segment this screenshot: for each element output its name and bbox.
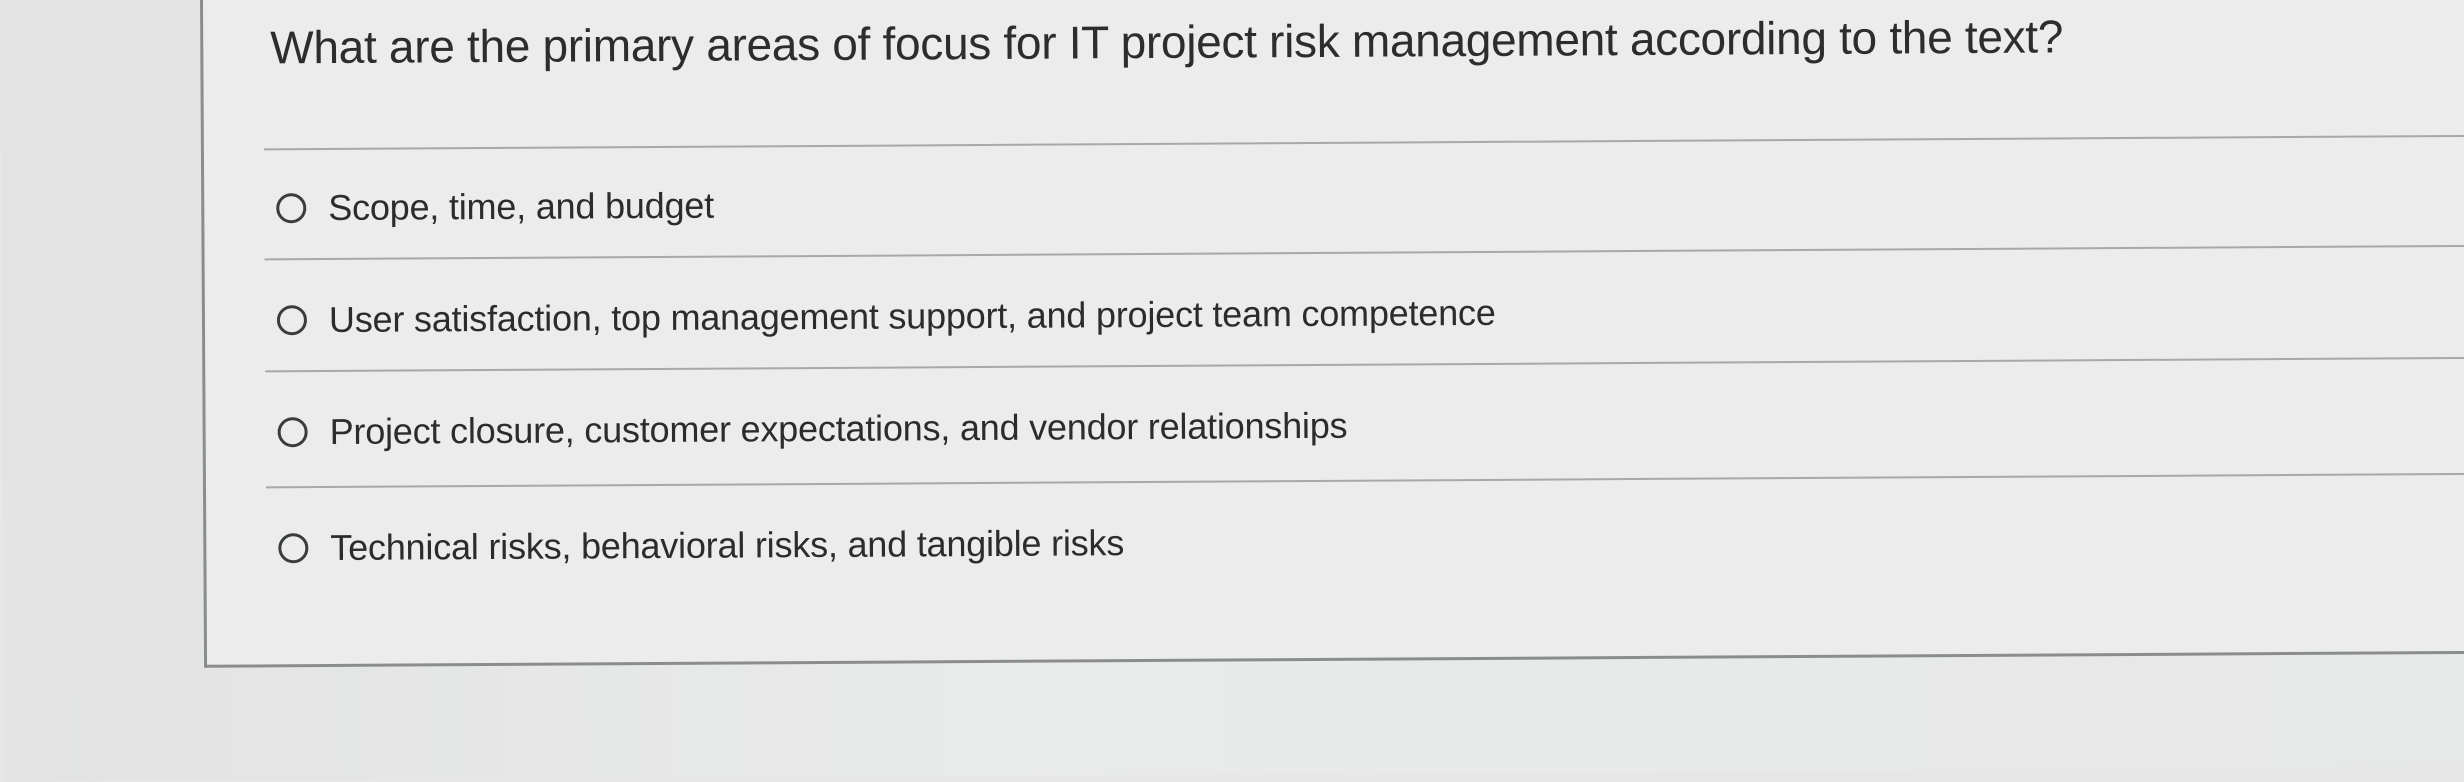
answer-option-label: User satisfaction, top management suppor… xyxy=(328,291,1496,340)
answer-option-label: Technical risks, behavioral risks, and t… xyxy=(330,522,1125,568)
question-text: What are the primary areas of focus for … xyxy=(270,10,2064,74)
divider xyxy=(264,244,2464,261)
radio-button-icon[interactable] xyxy=(276,193,307,224)
divider xyxy=(265,356,2464,373)
answer-option-3[interactable]: Project closure, customer expectations, … xyxy=(277,396,1347,463)
quiz-page: What are the primary areas of focus for … xyxy=(0,0,2464,782)
answer-option-1[interactable]: Scope, time, and budget xyxy=(276,176,714,239)
answer-option-2[interactable]: User satisfaction, top management suppor… xyxy=(276,283,1496,350)
divider xyxy=(263,134,2464,151)
question-card: What are the primary areas of focus for … xyxy=(199,0,2464,668)
answer-option-label: Scope, time, and budget xyxy=(328,184,715,228)
divider xyxy=(265,472,2464,489)
radio-button-icon[interactable] xyxy=(277,417,308,448)
radio-button-icon[interactable] xyxy=(276,305,308,336)
answer-option-label: Project closure, customer expectations, … xyxy=(329,404,1348,452)
radio-button-icon[interactable] xyxy=(278,533,309,564)
answer-option-4[interactable]: Technical risks, behavioral risks, and t… xyxy=(278,513,1124,578)
